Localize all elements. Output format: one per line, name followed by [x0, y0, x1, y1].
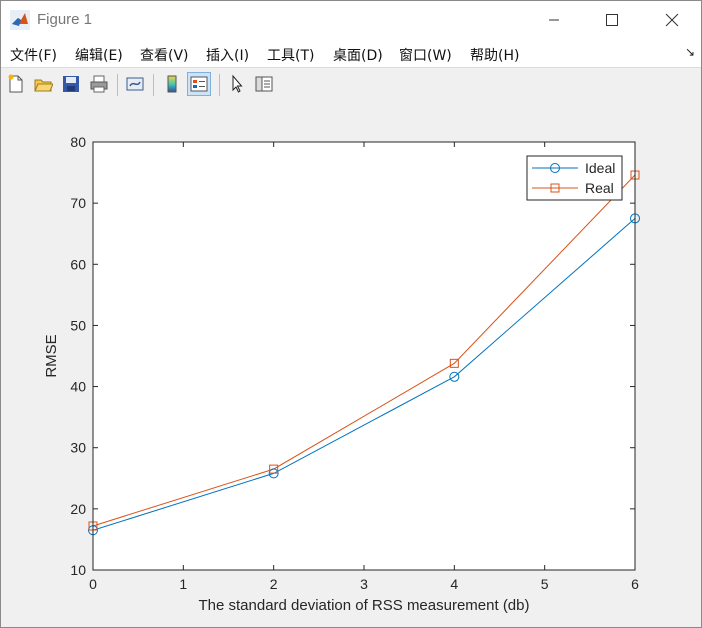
dock-arrow-icon[interactable]: ↘ [685, 45, 695, 59]
property-inspector-button[interactable] [252, 72, 276, 96]
toolbar [1, 67, 701, 103]
figure-canvas: 0 1 2 3 4 5 6 10 20 30 40 50 60 70 80 The standard dev… [1, 102, 701, 627]
link-plot-button[interactable] [123, 72, 147, 96]
toolbar-separator [153, 74, 154, 96]
new-figure-icon [8, 74, 23, 93]
title-bar[interactable]: Figure 1 [1, 1, 701, 39]
x-tick-label: 0 [89, 576, 97, 592]
edit-plot-icon [232, 74, 243, 93]
save-button[interactable] [59, 72, 83, 96]
y-tick-label: 60 [70, 256, 86, 272]
x-tick-label: 5 [541, 576, 549, 592]
y-axis-label: RMSE [43, 334, 60, 377]
minimize-button[interactable] [531, 1, 577, 39]
save-icon [63, 76, 79, 92]
menu-file[interactable]: 文件(F) [10, 45, 57, 65]
menu-desktop[interactable]: 桌面(D) [333, 45, 383, 65]
insert-colorbar-icon [167, 75, 177, 93]
menu-window[interactable]: 窗口(W) [399, 45, 452, 65]
open-file-icon [34, 79, 53, 92]
maximize-icon [606, 14, 618, 26]
y-tick-label: 80 [70, 134, 86, 150]
print-button[interactable] [87, 72, 111, 96]
y-tick-label: 10 [70, 562, 86, 578]
property-inspector-icon [255, 76, 273, 92]
x-tick-label: 2 [270, 576, 278, 592]
x-tick-label: 3 [360, 576, 368, 592]
insert-legend-icon [190, 76, 208, 92]
legend-label-ideal: Ideal [585, 160, 615, 176]
close-button[interactable] [649, 1, 695, 39]
print-icon [90, 75, 108, 93]
menu-tools[interactable]: 工具(T) [267, 45, 314, 65]
legend-label-real: Real [585, 180, 614, 196]
y-tick-label: 20 [70, 501, 86, 517]
close-icon [665, 13, 679, 27]
y-tick-label: 30 [70, 440, 86, 456]
link-plot-icon [126, 77, 144, 91]
x-tick-label: 4 [450, 576, 458, 592]
legend[interactable]: Ideal Real [526, 155, 623, 201]
window-title: Figure 1 [37, 11, 93, 28]
x-tick-label: 6 [631, 576, 639, 592]
edit-plot-button[interactable] [225, 72, 249, 96]
menu-view[interactable]: 查看(V) [140, 45, 189, 65]
toolbar-separator [219, 74, 220, 96]
x-axis-label: The standard deviation of RSS measuremen… [198, 597, 529, 614]
menu-insert[interactable]: 插入(I) [206, 45, 249, 65]
x-tick-label: 1 [179, 576, 187, 592]
toolbar-separator [117, 74, 118, 96]
axes-background [93, 142, 635, 570]
insert-legend-button[interactable] [187, 72, 211, 96]
line-chart[interactable]: 0 1 2 3 4 5 6 10 20 30 40 50 60 70 80 The standard dev… [1, 102, 701, 627]
y-tick-label: 70 [70, 195, 86, 211]
y-tick-label: 50 [70, 317, 86, 333]
matlab-logo-icon [10, 10, 30, 30]
new-figure-button[interactable] [4, 72, 28, 96]
y-tick-label: 40 [70, 379, 86, 395]
menu-edit[interactable]: 编辑(E) [75, 45, 123, 65]
maximize-button[interactable] [589, 1, 635, 39]
figure-window: Figure 1 文件(F) 编辑(E) 查看(V) 插入(I) 工具(T) 桌… [0, 0, 702, 628]
menu-help[interactable]: 帮助(H) [470, 45, 519, 65]
insert-colorbar-button[interactable] [160, 72, 184, 96]
minimize-icon [549, 19, 559, 21]
menu-bar: 文件(F) 编辑(E) 查看(V) 插入(I) 工具(T) 桌面(D) 窗口(W… [1, 39, 701, 67]
open-file-button[interactable] [31, 72, 55, 96]
